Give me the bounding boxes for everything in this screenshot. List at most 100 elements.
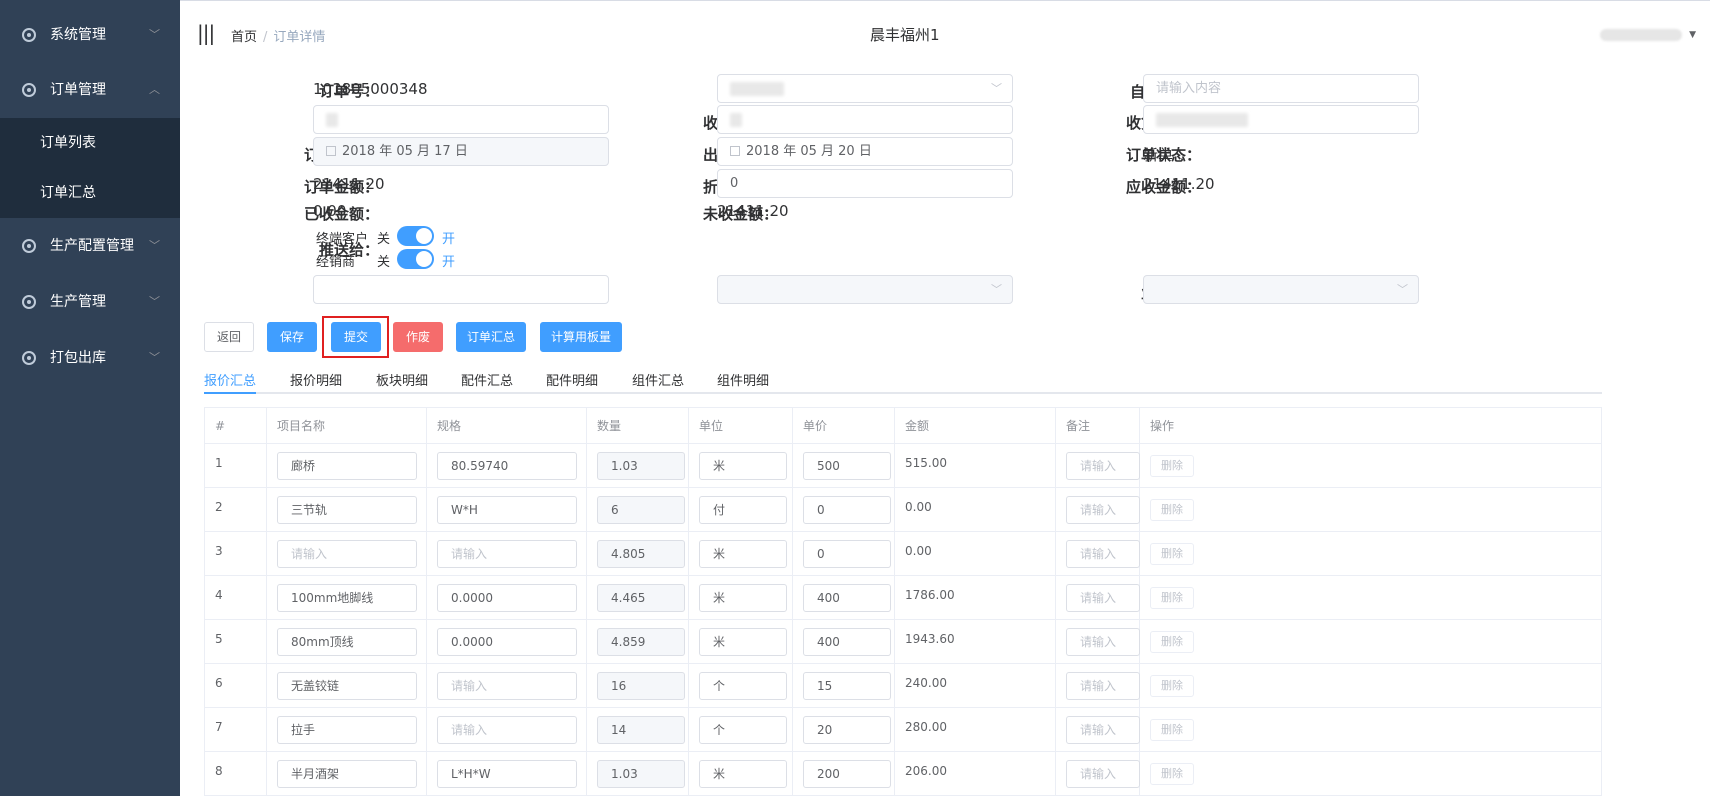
price-input[interactable]: 0 [803, 496, 891, 524]
spec-input[interactable]: 请输入 [437, 540, 577, 568]
calc-board-button[interactable]: 计算用板量 [540, 322, 622, 352]
tab-panel-detail[interactable]: 板块明细 [376, 370, 428, 389]
price-input[interactable]: 15 [803, 672, 891, 700]
menu-packing[interactable]: 打包出库 ﹀ [0, 330, 180, 386]
tab-accessory-detail[interactable]: 配件明细 [546, 370, 598, 389]
phone-input[interactable] [1143, 105, 1419, 134]
unit-input[interactable]: 米 [699, 628, 787, 656]
table-cell: 7 [205, 708, 267, 752]
name-value: 三节轨 [291, 503, 328, 517]
delete-button[interactable]: 删除 [1150, 587, 1194, 609]
remark-input[interactable] [313, 275, 609, 304]
spec-input[interactable]: 0.0000 [437, 628, 577, 656]
hamburger-icon[interactable]: ||| [197, 21, 215, 45]
th-qty: 数量 [587, 408, 689, 444]
delete-button[interactable]: 删除 [1150, 499, 1194, 521]
remark-input[interactable]: 请输入 [1066, 760, 1140, 788]
spec-input[interactable]: 80.59740 [437, 452, 577, 480]
row-amount: 1786.00 [905, 588, 955, 602]
unit-input[interactable]: 米 [699, 760, 787, 788]
dealer-select[interactable]: ﹀ [717, 74, 1013, 103]
menu-production[interactable]: 生产管理 ﹀ [0, 274, 180, 330]
table-cell: 米 [689, 576, 793, 620]
breadcrumb-home[interactable]: 首页 [231, 30, 257, 45]
back-button[interactable]: 返回 [204, 322, 254, 352]
tab-quote-summary[interactable]: 报价汇总 [204, 370, 256, 389]
name-input[interactable]: 80mm顶线 [277, 628, 417, 656]
salesman-select: ﹀ [1143, 275, 1419, 304]
sub-item-order-summary[interactable]: 订单汇总 [0, 168, 180, 218]
name-input[interactable]: 请输入 [277, 540, 417, 568]
remark-input[interactable]: 请输入 [1066, 496, 1140, 524]
delete-button[interactable]: 删除 [1150, 455, 1194, 477]
price-input[interactable]: 20 [803, 716, 891, 744]
delete-button[interactable]: 删除 [1150, 543, 1194, 565]
remark-input[interactable]: 请输入 [1066, 716, 1140, 744]
user-avatar[interactable] [1600, 29, 1682, 41]
remark-input[interactable]: 请输入 [1066, 672, 1140, 700]
menu-production-label: 生产管理 [50, 294, 106, 310]
delete-button[interactable]: 删除 [1150, 719, 1194, 741]
unit-input[interactable]: 付 [699, 496, 787, 524]
void-button[interactable]: 作废 [393, 322, 443, 352]
caret-down-icon[interactable]: ▼ [1689, 30, 1696, 40]
menu-production-config[interactable]: 生产配置管理 ﹀ [0, 218, 180, 274]
remark-input[interactable]: 请输入 [1066, 540, 1140, 568]
remark-input[interactable]: 请输入 [1066, 628, 1140, 656]
tab-component-detail[interactable]: 组件明细 [717, 370, 769, 389]
sub-item-order-list[interactable]: 订单列表 [0, 118, 180, 168]
name-input[interactable]: 廊桥 [277, 452, 417, 480]
unit-input[interactable]: 米 [699, 584, 787, 612]
table-header: # 项目名称 规格 数量 单位 单价 金额 备注 操作 [205, 408, 1601, 444]
spec-input[interactable]: 请输入 [437, 716, 577, 744]
delete-button[interactable]: 删除 [1150, 763, 1194, 785]
price-input[interactable]: 400 [803, 584, 891, 612]
remark-input[interactable]: 请输入 [1066, 452, 1140, 480]
price-input[interactable]: 500 [803, 452, 891, 480]
name-input[interactable]: 三节轨 [277, 496, 417, 524]
tab-quote-detail[interactable]: 报价明细 [290, 370, 342, 389]
name-input[interactable]: 无盖铰链 [277, 672, 417, 700]
page-title: 晨丰福州1 [870, 26, 940, 44]
unit-input[interactable]: 个 [699, 716, 787, 744]
save-button[interactable]: 保存 [267, 322, 317, 352]
unit-value: 米 [713, 767, 726, 781]
ship-date-input[interactable]: 2018 年 05 月 20 日 [717, 137, 1013, 166]
price-input[interactable]: 0 [803, 540, 891, 568]
name-input[interactable]: 100mm地脚线 [277, 584, 417, 612]
delete-button[interactable]: 删除 [1150, 675, 1194, 697]
menu-system[interactable]: 系统管理 ﹀ [0, 0, 180, 70]
custom-no-input[interactable]: 请输入内容 [1143, 74, 1419, 103]
table-cell: 15 [793, 664, 895, 708]
table-cell: 200 [793, 752, 895, 795]
remark-input[interactable]: 请输入 [1066, 584, 1140, 612]
push-dealer-switch[interactable] [397, 249, 434, 269]
unit-input[interactable]: 个 [699, 672, 787, 700]
order-summary-button[interactable]: 订单汇总 [456, 322, 526, 352]
tab-accessory-summary[interactable]: 配件汇总 [461, 370, 513, 389]
input-placeholder: 请输入 [451, 723, 488, 737]
spec-input[interactable]: W*H [437, 496, 577, 524]
discount-input[interactable]: 0 [717, 169, 1013, 198]
tab-component-summary[interactable]: 组件汇总 [632, 370, 684, 389]
chevron-down-icon: ﹀ [149, 351, 160, 364]
receiver-input[interactable] [313, 105, 609, 134]
delete-button[interactable]: 删除 [1150, 631, 1194, 653]
spec-input[interactable]: L*H*W [437, 760, 577, 788]
table-cell: 1786.00 [895, 576, 1056, 620]
name-input[interactable]: 拉手 [277, 716, 417, 744]
name-input[interactable]: 半月酒架 [277, 760, 417, 788]
designer-select: ﹀ [717, 275, 1013, 304]
qty-input: 16 [597, 672, 685, 700]
spec-input[interactable]: 0.0000 [437, 584, 577, 612]
table-cell: 0.0000 [427, 620, 587, 664]
address-input[interactable] [717, 105, 1013, 134]
table-cell: 2 [205, 488, 267, 532]
menu-order[interactable]: 订单管理 ︿ [0, 70, 180, 118]
unit-input[interactable]: 米 [699, 540, 787, 568]
price-input[interactable]: 400 [803, 628, 891, 656]
price-input[interactable]: 200 [803, 760, 891, 788]
unit-input[interactable]: 米 [699, 452, 787, 480]
spec-input[interactable]: 请输入 [437, 672, 577, 700]
push-terminal-switch[interactable] [397, 226, 434, 246]
